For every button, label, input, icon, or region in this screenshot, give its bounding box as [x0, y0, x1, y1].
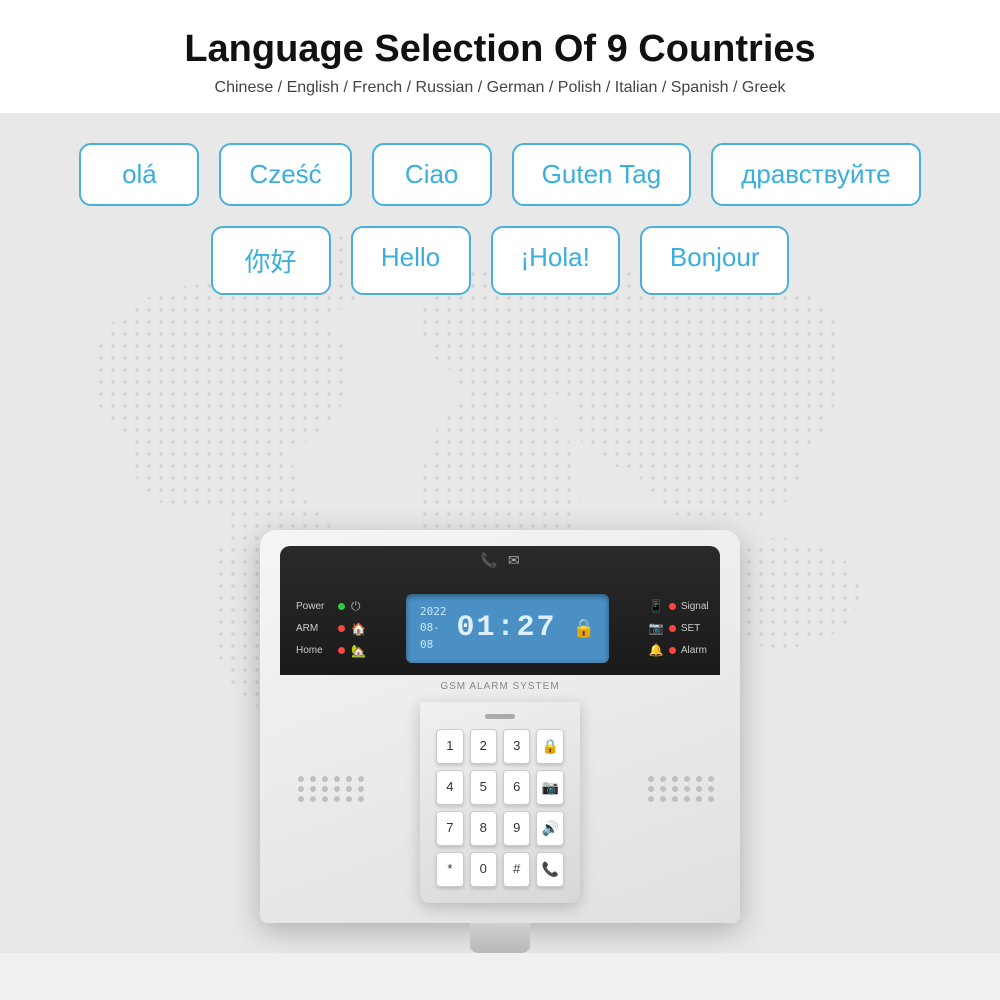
content-area: olá Cześć Ciao Guten Tag дравствуйте 你好 … [0, 113, 1000, 953]
key-9[interactable]: 9 [503, 811, 530, 846]
greeting-french: Bonjour [640, 226, 790, 295]
alarm-icon: 🔔 [649, 643, 664, 657]
arm-icon: 🏠 [351, 622, 366, 636]
status-alarm: 🔔 Alarm [649, 643, 709, 657]
home-icon: 🏡 [351, 644, 366, 658]
key-5[interactable]: 5 [470, 770, 497, 805]
status-signal: 📱 Signal [649, 599, 709, 613]
power-label: Power [296, 601, 332, 612]
lcd-display: 202208-08 01:27 🔒 [406, 594, 609, 664]
power-dot [338, 603, 345, 610]
greeting-spanish: ¡Hola! [491, 226, 620, 295]
alarm-device: 📞 ✉ Power ⏻ ARM 🏠 [260, 530, 740, 954]
key-star[interactable]: * [436, 852, 463, 887]
email-icon: ✉ [508, 552, 520, 569]
key-phone[interactable]: 📞 [536, 852, 563, 887]
header-section: Language Selection Of 9 Countries Chines… [0, 0, 1000, 113]
phone-icon: 📞 [480, 552, 497, 569]
status-set: 📷 SET [649, 621, 709, 635]
status-home: Home 🏡 [296, 644, 366, 658]
right-status-indicators: 📱 Signal 📷 SET 🔔 Alarm [649, 599, 709, 657]
set-label: SET [681, 623, 700, 634]
greeting-italian: Ciao [372, 143, 492, 206]
greeting-chinese: 你好 [211, 226, 331, 295]
arm-dot [338, 625, 345, 632]
lcd-lock-icon: 🔒 [572, 618, 594, 639]
greeting-english: Hello [351, 226, 471, 295]
key-vol[interactable]: 🔊 [536, 811, 563, 846]
lcd-date: 202208-08 [420, 604, 447, 654]
key-7[interactable]: 7 [436, 811, 463, 846]
greeting-russian: дравствуйте [711, 143, 920, 206]
device-label: GSM ALARM SYSTEM [280, 681, 720, 692]
device-body: 📞 ✉ Power ⏻ ARM 🏠 [260, 530, 740, 924]
key-lock[interactable]: 🔒 [536, 729, 563, 764]
key-4[interactable]: 4 [436, 770, 463, 805]
key-hash[interactable]: # [503, 852, 530, 887]
key-3[interactable]: 3 [503, 729, 530, 764]
left-speaker-dots [290, 768, 360, 810]
set-icon: 📷 [649, 621, 664, 635]
signal-label: Signal [681, 601, 709, 612]
right-speaker [640, 768, 710, 838]
speakers-area: 1 2 3 🔒 4 5 6 📷 7 8 9 🔊 * 0 # [280, 692, 720, 903]
set-dot [669, 625, 676, 632]
alarm-label: Alarm [681, 645, 707, 656]
home-label: Home [296, 645, 332, 656]
status-power: Power ⏻ [296, 599, 366, 614]
left-status-indicators: Power ⏻ ARM 🏠 Home 🏡 [296, 599, 366, 658]
greetings-container: olá Cześć Ciao Guten Tag дравствуйте 你好 … [0, 143, 1000, 315]
status-arm: ARM 🏠 [296, 622, 366, 636]
alarm-dot [669, 647, 676, 654]
signal-dot [669, 603, 676, 610]
greeting-portuguese: olá [79, 143, 199, 206]
lcd-time: 01:27 [456, 611, 556, 645]
device-top-icons: 📞 ✉ [480, 552, 519, 569]
page-title: Language Selection Of 9 Countries [20, 28, 980, 71]
key-cam[interactable]: 📷 [536, 770, 563, 805]
greeting-german: Guten Tag [512, 143, 692, 206]
key-2[interactable]: 2 [470, 729, 497, 764]
arm-label: ARM [296, 623, 332, 634]
right-speaker-dots [640, 768, 710, 810]
greetings-row-2: 你好 Hello ¡Hola! Bonjour [60, 226, 940, 295]
device-stand [470, 923, 530, 953]
signal-icon: 📱 [649, 599, 664, 613]
left-speaker [290, 768, 360, 838]
keypad-indicator [485, 714, 515, 719]
key-6[interactable]: 6 [503, 770, 530, 805]
greeting-polish: Cześć [219, 143, 351, 206]
key-8[interactable]: 8 [470, 811, 497, 846]
key-0[interactable]: 0 [470, 852, 497, 887]
greetings-row-1: olá Cześć Ciao Guten Tag дравствуйте [60, 143, 940, 206]
language-subtitle: Chinese / English / French / Russian / G… [20, 79, 980, 97]
keypad: 1 2 3 🔒 4 5 6 📷 7 8 9 🔊 * 0 # [420, 702, 580, 903]
keypad-grid: 1 2 3 🔒 4 5 6 📷 7 8 9 🔊 * 0 # [436, 729, 564, 887]
power-icon: ⏻ [351, 599, 361, 614]
key-1[interactable]: 1 [436, 729, 463, 764]
device-top-panel: 📞 ✉ Power ⏻ ARM 🏠 [280, 546, 720, 676]
home-dot [338, 647, 345, 654]
